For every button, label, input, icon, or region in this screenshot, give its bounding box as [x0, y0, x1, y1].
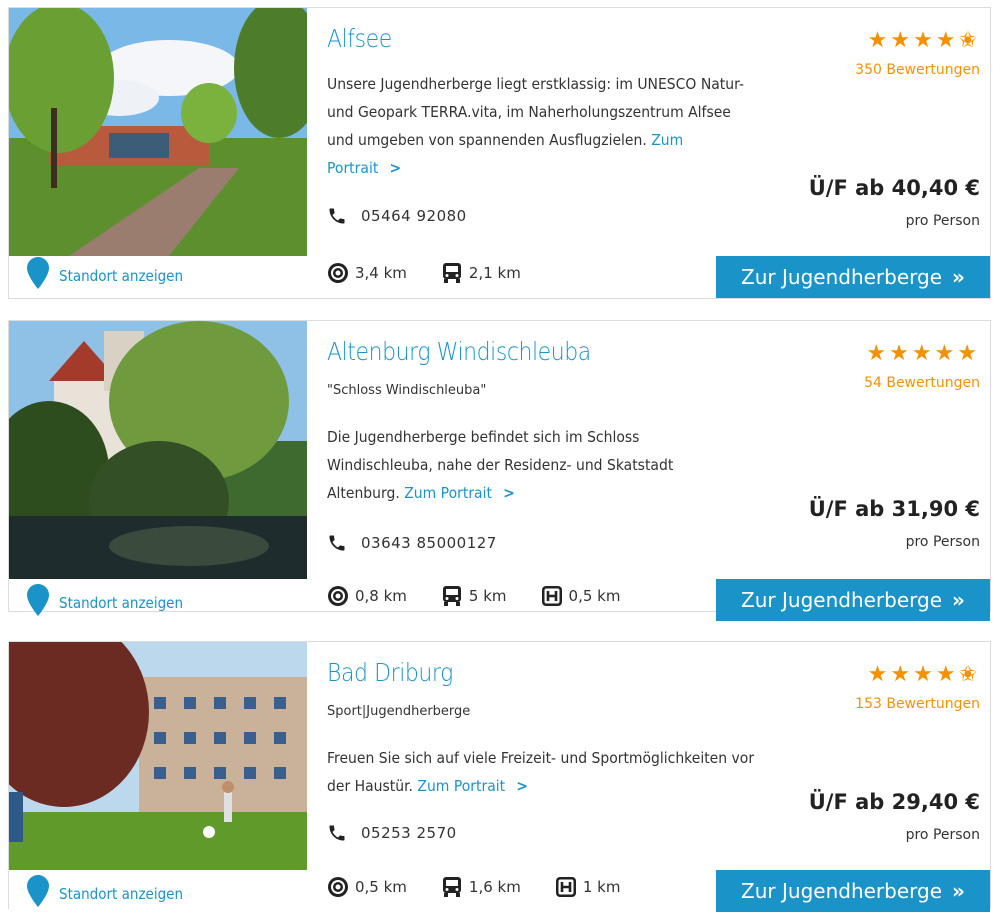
- hostel-name[interactable]: Altenburg Windischleuba: [327, 337, 591, 366]
- phone-number: 03643 85000127: [327, 533, 497, 553]
- bus-icon: [442, 263, 461, 283]
- distance-bus: 2,1 km: [441, 262, 521, 284]
- price: Ü/F ab 31,90 €: [808, 497, 980, 521]
- target-icon: [328, 263, 348, 283]
- hostel-photo[interactable]: [9, 321, 307, 579]
- price-per-person: pro Person: [905, 534, 980, 550]
- distance-list: 3,4 km 2,1 km: [327, 262, 555, 284]
- distance-list: 0,8 km 5 km 0,5 km: [327, 585, 654, 607]
- phone-icon: [329, 208, 345, 224]
- hostel-card-bad-driburg: Standort anzeigen Bad Driburg Sport|Juge…: [8, 641, 991, 912]
- distance-bus: 5 km: [441, 585, 507, 607]
- chevron-right-icon[interactable]: >: [503, 484, 515, 502]
- bus-stop-icon: [541, 586, 562, 606]
- hostel-photo[interactable]: [9, 8, 307, 256]
- map-pin-icon: [27, 584, 49, 616]
- review-count[interactable]: 350 Bewertungen: [855, 62, 980, 78]
- map-pin-icon: [27, 257, 49, 289]
- show-location-link[interactable]: Standort anzeigen: [27, 874, 183, 914]
- distance-city-center: 0,5 km: [327, 876, 407, 898]
- show-location-link[interactable]: Standort anzeigen: [27, 256, 183, 296]
- to-hostel-button[interactable]: Zur Jugendherberge»: [716, 579, 990, 621]
- price: Ü/F ab 29,40 €: [808, 790, 980, 814]
- bus-icon: [442, 877, 461, 897]
- to-hostel-button[interactable]: Zur Jugendherberge»: [716, 256, 990, 298]
- phone-icon: [329, 535, 345, 551]
- hostel-card-altenburg: Standort anzeigen Altenburg Windischleub…: [8, 320, 991, 621]
- to-hostel-button[interactable]: Zur Jugendherberge»: [716, 870, 990, 912]
- portrait-link[interactable]: Zum Portrait: [404, 484, 492, 502]
- price-per-person: pro Person: [905, 213, 980, 229]
- chevron-right-icon[interactable]: >: [389, 159, 401, 177]
- bus-icon: [442, 586, 461, 606]
- distance-bus-stop: 0,5 km: [541, 585, 620, 607]
- hostel-name[interactable]: Alfsee: [327, 24, 392, 53]
- phone-icon: [329, 825, 345, 841]
- double-chevron-right-icon: »: [952, 879, 965, 903]
- location-label[interactable]: Standort anzeigen: [59, 594, 183, 612]
- price: Ü/F ab 40,40 €: [808, 176, 980, 200]
- map-pin-icon: [27, 875, 49, 907]
- show-location-link[interactable]: Standort anzeigen: [27, 583, 183, 623]
- hostel-subtitle: Sport|Jugendherberge: [327, 704, 471, 719]
- double-chevron-right-icon: »: [952, 265, 965, 289]
- chevron-right-icon[interactable]: >: [516, 777, 528, 795]
- location-label[interactable]: Standort anzeigen: [59, 267, 183, 285]
- hostel-card-alfsee: Standort anzeigen Alfsee Unsere Jugendhe…: [8, 7, 991, 299]
- bus-stop-icon: [555, 877, 576, 897]
- review-count[interactable]: 153 Bewertungen: [855, 696, 980, 712]
- review-count[interactable]: 54 Bewertungen: [864, 375, 980, 391]
- distance-list: 0,5 km 1,6 km 1 km: [327, 876, 654, 898]
- hostel-description: Freuen Sie sich auf viele Freizeit- und …: [327, 749, 755, 795]
- phone-number: 05464 92080: [327, 206, 467, 226]
- distance-city-center: 3,4 km: [327, 262, 407, 284]
- hostel-subtitle: "Schloss Windischleuba": [327, 383, 487, 398]
- hostel-description: Die Jugendherberge befindet sich im Schl…: [327, 428, 674, 502]
- rating-stars: ★★★★★: [866, 341, 980, 366]
- hostel-name[interactable]: Bad Driburg: [327, 658, 453, 687]
- hostel-description: Unsere Jugendherberge liegt erstklassig:…: [327, 75, 744, 177]
- price-per-person: pro Person: [905, 827, 980, 843]
- rating-stars: ★★★★✬: [867, 28, 980, 53]
- target-icon: [328, 877, 348, 897]
- phone-number: 05253 2570: [327, 823, 457, 843]
- hostel-photo[interactable]: [9, 642, 307, 870]
- distance-bus: 1,6 km: [441, 876, 521, 898]
- distance-bus-stop: 1 km: [555, 876, 620, 898]
- double-chevron-right-icon: »: [952, 588, 965, 612]
- distance-city-center: 0,8 km: [327, 585, 407, 607]
- rating-stars: ★★★★✬: [867, 662, 980, 687]
- target-icon: [328, 586, 348, 606]
- location-label[interactable]: Standort anzeigen: [59, 885, 183, 903]
- portrait-link[interactable]: Zum Portrait: [417, 777, 505, 795]
